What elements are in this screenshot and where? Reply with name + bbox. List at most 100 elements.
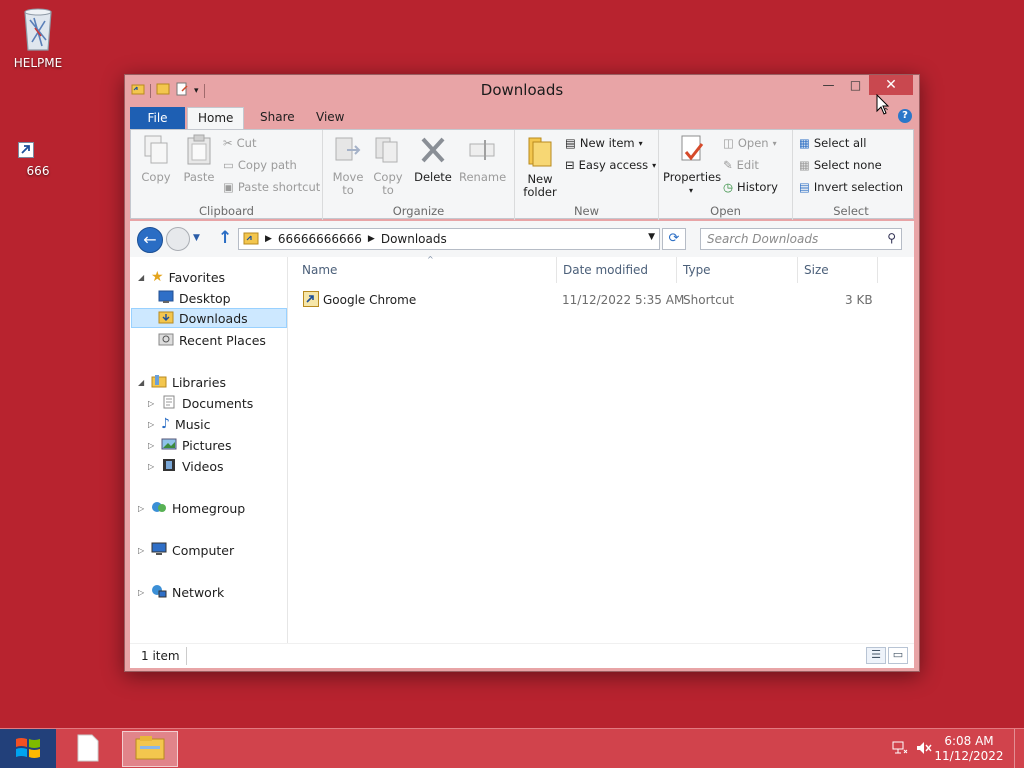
column-divider[interactable]	[877, 257, 878, 283]
up-button[interactable]: ↑	[218, 228, 232, 248]
desktop-icon-helpme[interactable]: HELPME	[3, 6, 73, 70]
show-desktop-button[interactable]	[1014, 729, 1024, 768]
recent-locations-dropdown[interactable]: ▼	[193, 233, 200, 243]
column-header-name[interactable]: Name	[302, 263, 337, 277]
tab-share[interactable]: Share	[250, 107, 305, 129]
breadcrumb-item[interactable]: Downloads	[381, 232, 447, 246]
expand-icon[interactable]: ▷	[148, 441, 156, 450]
breadcrumb-item[interactable]: 66666666666	[278, 232, 362, 246]
nav-label: Libraries	[172, 374, 226, 390]
expand-icon[interactable]: ▷	[138, 504, 146, 513]
title-bar[interactable]: ▾ Downloads — □ ✕	[125, 75, 919, 105]
rename-button[interactable]: Rename	[459, 134, 506, 184]
table-row[interactable]: Google Chrome 11/12/2022 5:35 AM Shortcu…	[303, 289, 884, 311]
properties-button[interactable]: Properties ▾	[663, 134, 721, 197]
paste-shortcut-label: Paste shortcut	[237, 180, 321, 194]
nav-item-desktop[interactable]: Desktop	[158, 288, 231, 308]
tab-file[interactable]: File	[130, 107, 185, 129]
copy-path-button[interactable]: ▭ Copy path	[223, 158, 297, 172]
nav-item-computer[interactable]: ▷ Computer	[138, 540, 234, 560]
cut-button[interactable]: ✂ Cut	[223, 136, 256, 150]
address-bar[interactable]: ▶ 66666666666 ▶ Downloads ▼	[238, 228, 660, 250]
expand-icon[interactable]: ◢	[138, 378, 146, 387]
paste-label: Paste	[183, 170, 215, 184]
close-button[interactable]: ✕	[869, 75, 913, 95]
column-header-type[interactable]: Type	[683, 263, 711, 277]
new-group-label: New	[573, 204, 600, 218]
column-header-size[interactable]: Size	[804, 263, 829, 277]
easy-access-button[interactable]: ⊟ Easy access ▾	[565, 158, 656, 172]
start-button[interactable]	[0, 729, 56, 768]
nav-item-music[interactable]: ▷ ♪ Music	[148, 414, 211, 434]
select-all-button[interactable]: ▦ Select all	[799, 136, 866, 150]
expand-icon[interactable]: ▷	[138, 588, 146, 597]
network-tray-icon[interactable]	[892, 741, 908, 758]
rename-icon	[459, 134, 505, 169]
invert-selection-button[interactable]: ▤ Invert selection	[799, 180, 903, 194]
file-name: Google Chrome	[323, 293, 417, 307]
paste-button[interactable]: Paste	[179, 134, 219, 184]
copy-to-button[interactable]: Copy to	[371, 134, 405, 197]
search-input[interactable]: Search Downloads ⚲	[700, 228, 902, 250]
nav-item-downloads[interactable]: Downloads	[131, 308, 287, 328]
details-view-button[interactable]: ☰	[866, 647, 886, 664]
new-folder-button[interactable]: New folder	[521, 134, 559, 199]
nav-item-pictures[interactable]: ▷ Pictures	[148, 435, 232, 455]
expand-icon[interactable]: ▷	[138, 546, 146, 555]
select-none-button[interactable]: ▦ Select none	[799, 158, 882, 172]
edit-button[interactable]: ✎ Edit	[723, 158, 759, 172]
taskbar-app-notepad[interactable]	[60, 731, 116, 767]
nav-item-favorites[interactable]: ◢ ★ Favorites	[138, 267, 225, 287]
taskbar-app-file-explorer[interactable]	[122, 731, 178, 767]
clock[interactable]: 6:08 AM 11/12/2022	[934, 734, 1004, 764]
volume-muted-icon[interactable]	[916, 741, 932, 758]
address-dropdown-icon[interactable]: ▼	[648, 232, 655, 242]
easy-access-icon: ⊟	[565, 158, 575, 172]
arrow-left-icon: ←	[143, 230, 157, 249]
delete-button[interactable]: Delete	[413, 134, 453, 184]
breadcrumb-separator-icon[interactable]: ▶	[265, 234, 272, 244]
music-icon: ♪	[161, 416, 170, 432]
nav-item-videos[interactable]: ▷ Videos	[148, 456, 224, 476]
system-tray: 6:08 AM 11/12/2022	[884, 729, 1024, 768]
nav-item-recent-places[interactable]: Recent Places	[158, 330, 266, 350]
tab-home[interactable]: Home	[187, 107, 245, 129]
breadcrumb-separator-icon[interactable]: ▶	[368, 234, 375, 244]
column-divider[interactable]	[556, 257, 557, 283]
nav-item-documents[interactable]: ▷ Documents	[148, 393, 253, 413]
desktop-icon-label: 666	[26, 164, 50, 178]
copy-button[interactable]: Copy	[139, 134, 173, 184]
minimize-button[interactable]: —	[815, 75, 842, 95]
expand-icon[interactable]: ▷	[148, 399, 156, 408]
expand-icon[interactable]: ◢	[138, 273, 146, 282]
desktop-icon-666[interactable]: 666	[3, 142, 73, 178]
column-divider[interactable]	[676, 257, 677, 283]
maximize-button[interactable]: □	[842, 75, 869, 95]
nav-item-homegroup[interactable]: ▷ Homegroup	[138, 498, 245, 518]
desktop-icon-label: HELPME	[13, 56, 63, 70]
move-to-button[interactable]: Move to	[331, 134, 365, 197]
large-icons-view-button[interactable]: ▭	[888, 647, 908, 664]
expand-icon[interactable]: ▷	[148, 462, 156, 471]
back-button[interactable]: ←	[137, 227, 163, 253]
nav-item-network[interactable]: ▷ Network	[138, 582, 224, 602]
new-item-button[interactable]: ▤ New item ▾	[565, 136, 643, 150]
paste-shortcut-button[interactable]: ▣ Paste shortcut	[223, 180, 320, 194]
expand-icon[interactable]: ▷	[148, 420, 156, 429]
column-header-date[interactable]: Date modified	[563, 263, 648, 277]
open-button[interactable]: ◫ Open ▾	[723, 136, 777, 150]
delete-label: Delete	[414, 170, 452, 184]
file-date: 11/12/2022 5:35 AM	[562, 293, 685, 307]
refresh-button[interactable]: ⟳	[662, 228, 686, 250]
history-button[interactable]: ◷ History	[723, 180, 778, 194]
recycle-bin-icon	[21, 6, 55, 52]
recent-places-icon	[158, 332, 174, 349]
tab-view[interactable]: View	[306, 107, 354, 129]
nav-item-libraries[interactable]: ◢ Libraries	[138, 372, 226, 392]
refresh-icon: ⟳	[668, 231, 680, 246]
edit-label: Edit	[736, 158, 759, 172]
column-divider[interactable]	[797, 257, 798, 283]
forward-button[interactable]	[166, 227, 190, 251]
organize-group: Move to Copy to Delete Rename Organize	[323, 130, 515, 220]
help-icon[interactable]: ?	[898, 109, 912, 123]
